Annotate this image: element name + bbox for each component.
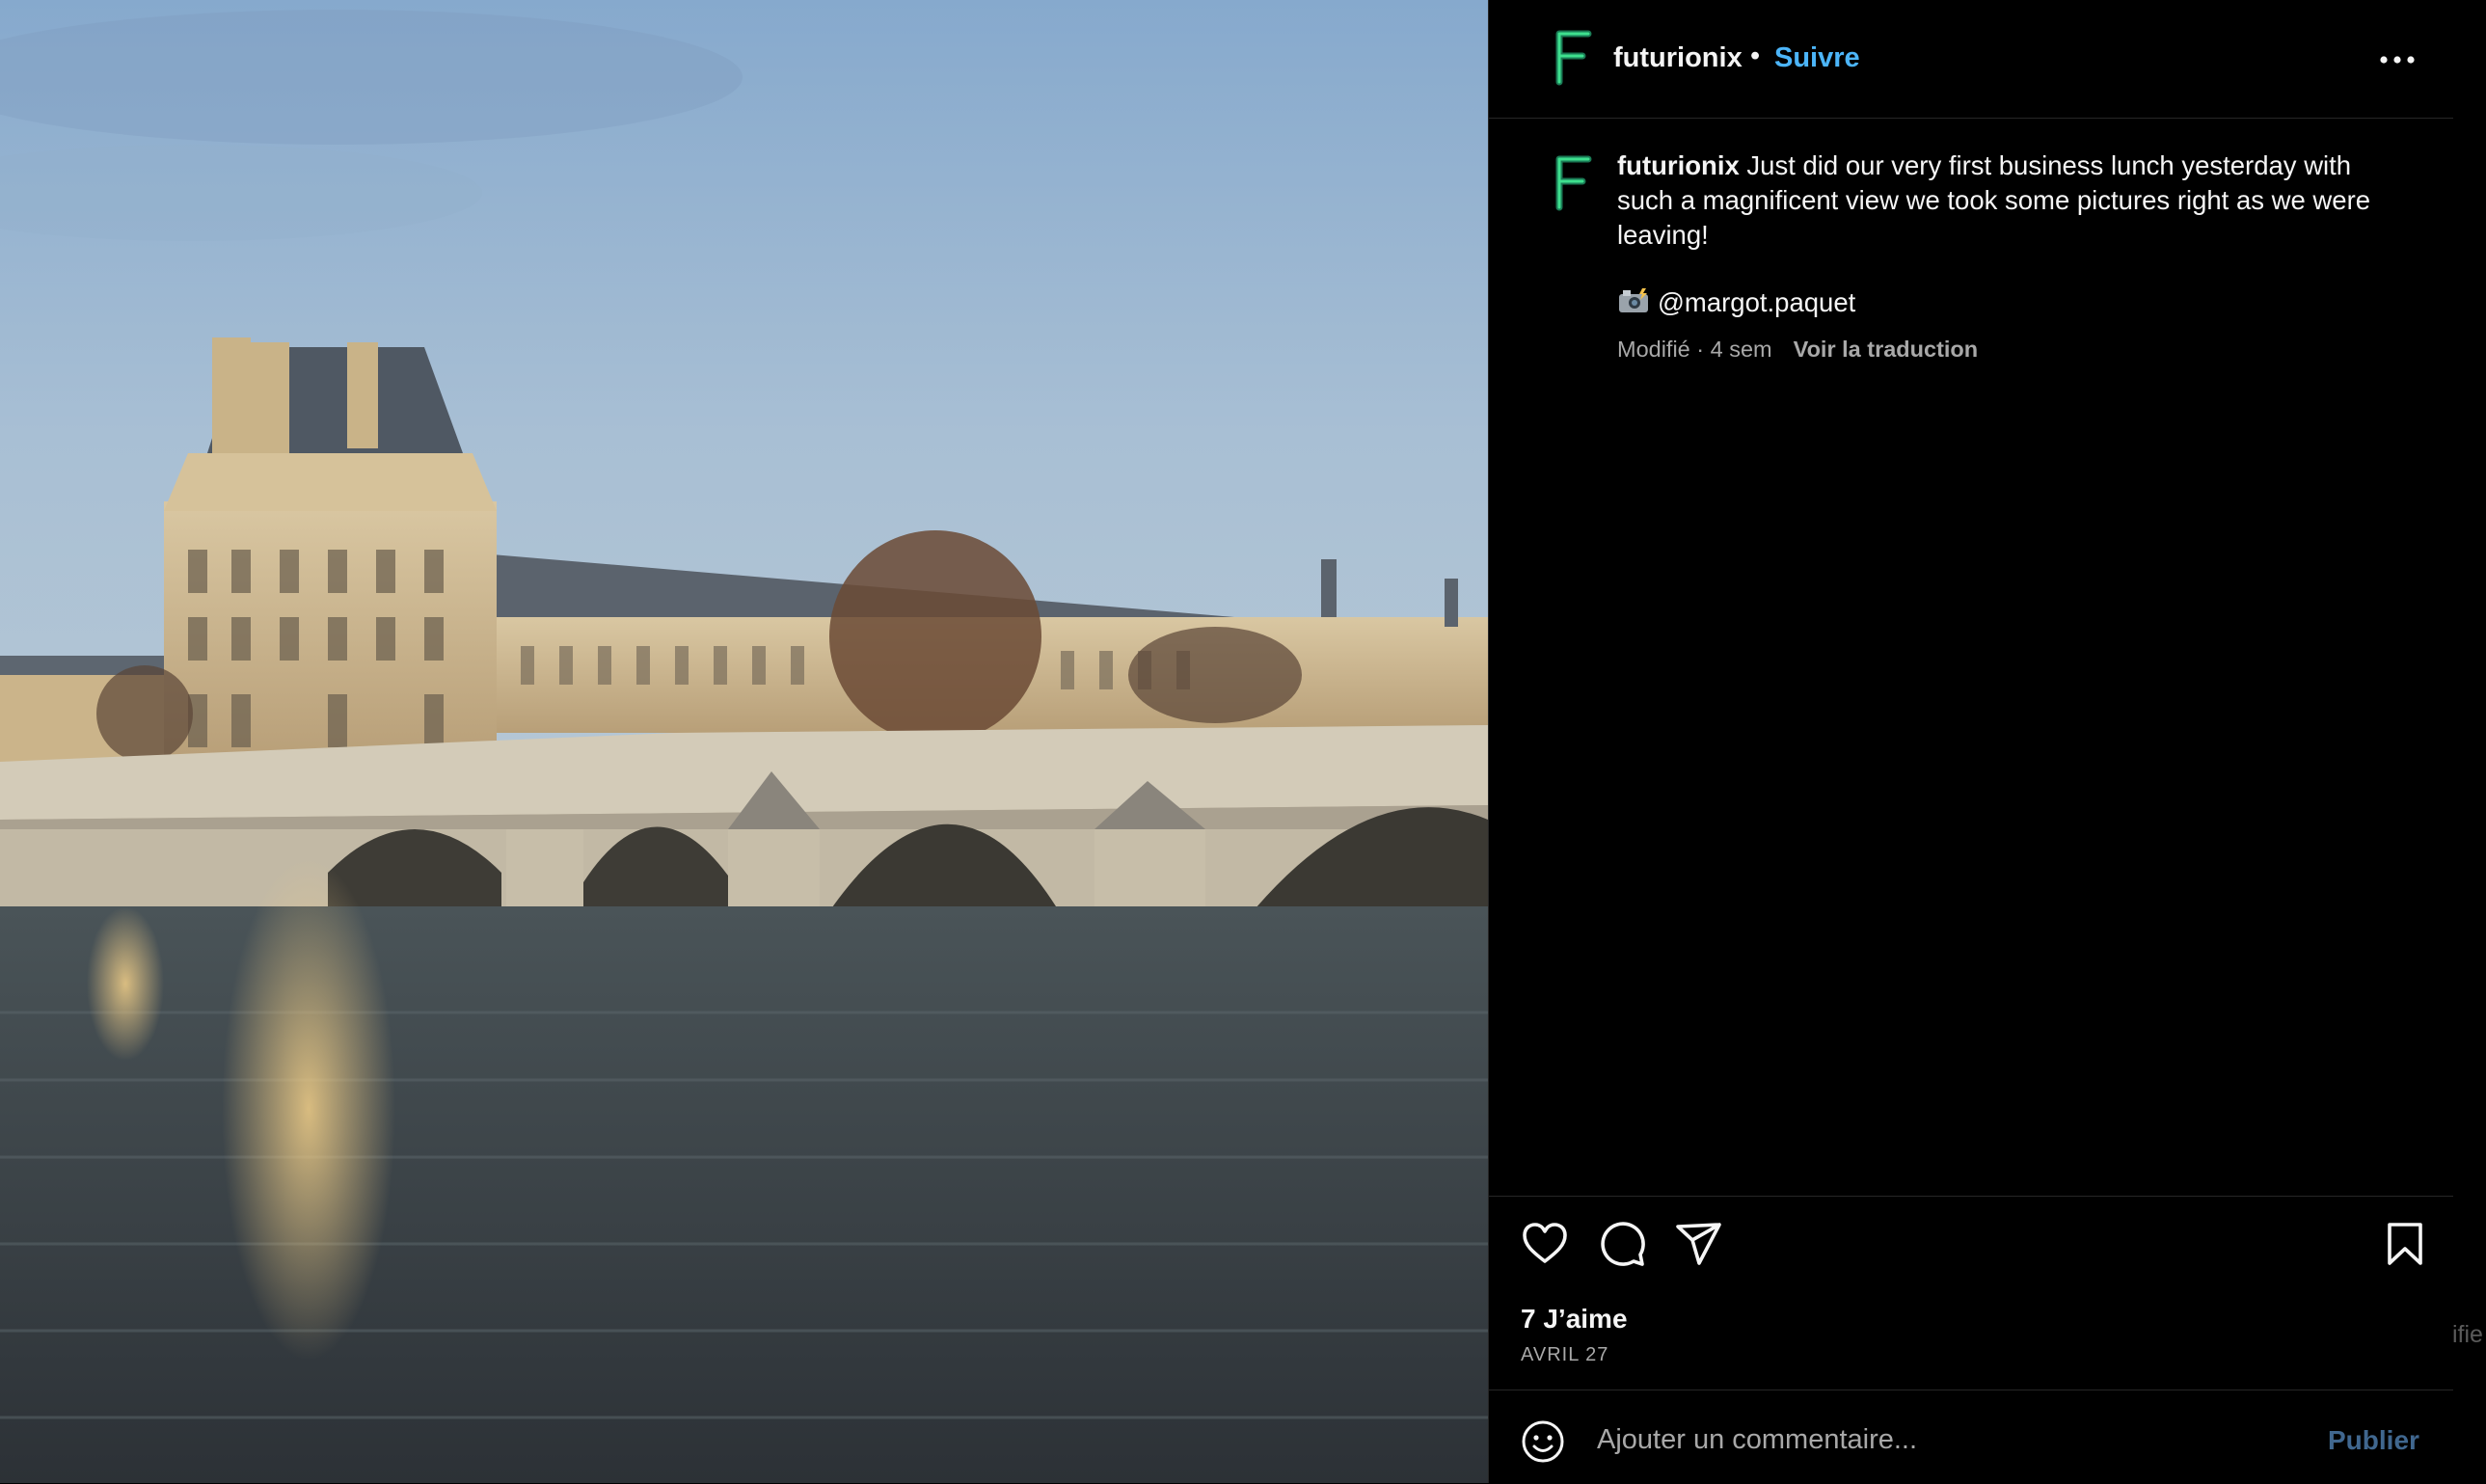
avatar[interactable] [1540, 24, 1608, 92]
like-button[interactable] [1521, 1220, 1569, 1268]
more-horizontal-icon [2380, 56, 2415, 64]
header-username[interactable]: futurionix [1613, 42, 1743, 74]
post-photo-illustration [0, 0, 1488, 1483]
more-options-button[interactable] [2376, 39, 2418, 81]
photo-credit: @margot.paquet [1617, 287, 1855, 318]
share-button[interactable] [1675, 1220, 1723, 1268]
camera-flash-icon [1617, 287, 1650, 314]
post-photo[interactable] [0, 0, 1488, 1483]
comment-form: Publier [1489, 1390, 2453, 1484]
credit-mention[interactable]: @margot.paquet [1658, 287, 1855, 317]
post-header: futurionix • Suivre [1489, 0, 2453, 119]
save-button[interactable] [2381, 1220, 2429, 1268]
bookmark-icon [2388, 1223, 2422, 1265]
send-icon [1676, 1223, 1721, 1265]
caption-username[interactable]: futurionix [1617, 150, 1740, 180]
comment-button[interactable] [1598, 1220, 1646, 1268]
comment-input[interactable] [1595, 1416, 2216, 1464]
header-separator: • [1750, 40, 1761, 71]
post-details-panel: futurionix • Suivre futurionix Just did … [1488, 0, 2453, 1483]
publish-button[interactable]: Publier [2328, 1425, 2419, 1456]
caption-avatar[interactable] [1540, 149, 1608, 217]
background-text-fragment: ifie [2452, 1321, 2483, 1348]
post-date: AVRIL 27 [1521, 1344, 1609, 1365]
futurionix-logo-icon [1555, 155, 1592, 211]
emoji-button[interactable] [1521, 1419, 1565, 1464]
likes-count[interactable]: 7 J’aime [1521, 1304, 1628, 1335]
smiley-icon [1522, 1420, 1564, 1463]
action-bar: 7 J’aime AVRIL 27 [1489, 1196, 2453, 1390]
post-caption: futurionix Just did our very first busin… [1617, 148, 2389, 253]
follow-button[interactable]: Suivre [1774, 42, 1860, 74]
caption-meta: Modifié · 4 sem Voir la traduction [1617, 337, 1978, 363]
see-translation-link[interactable]: Voir la traduction [1794, 337, 1979, 362]
futurionix-logo-icon [1555, 30, 1592, 86]
edited-timestamp: Modifié · 4 sem [1617, 337, 1772, 362]
comment-icon [1601, 1222, 1645, 1266]
heart-icon [1523, 1223, 1567, 1263]
